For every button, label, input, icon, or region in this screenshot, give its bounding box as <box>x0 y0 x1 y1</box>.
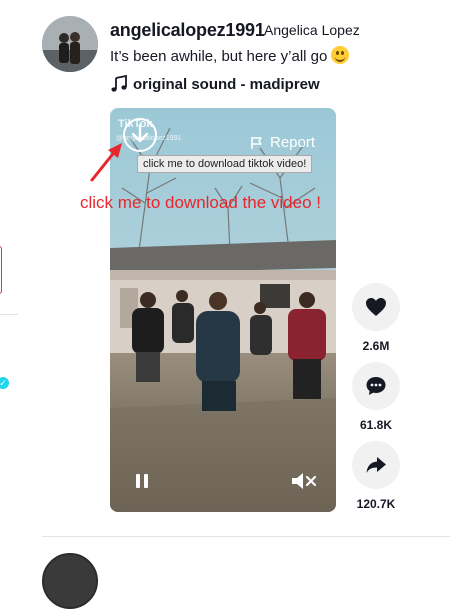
caption-text: It’s been awhile, but here y’all go <box>110 48 328 65</box>
post-username[interactable]: angelicalopez1991 <box>110 20 265 41</box>
verified-badge-icon: ✓ <box>0 377 9 389</box>
music-note-icon <box>111 75 127 92</box>
post-caption: It’s been awhile, but here y’all go <box>110 46 350 65</box>
comment-count: 61.8K <box>359 418 393 432</box>
share-icon <box>366 457 386 473</box>
report-label: Report <box>270 134 316 151</box>
mute-icon[interactable] <box>290 470 318 492</box>
share-count: 120.7K <box>356 497 396 511</box>
like-action: 2.6M <box>352 283 400 353</box>
pause-icon[interactable] <box>133 472 151 490</box>
comment-icon <box>366 377 386 395</box>
report-button[interactable]: Report <box>250 134 315 151</box>
heart-icon <box>366 298 386 316</box>
sound-link[interactable]: original sound - madiprew <box>110 74 320 94</box>
smiling-face-emoji-icon <box>331 46 350 64</box>
sound-title: original sound - madiprew <box>133 75 320 93</box>
sidebar-follow-button-edge[interactable] <box>0 246 2 294</box>
comment-button[interactable] <box>352 362 400 410</box>
video-player[interactable]: TikTok @angelicalopez1991 Report click m… <box>110 108 336 512</box>
download-annotation-text: click me to download the video ! <box>80 193 321 212</box>
red-arrow-annotation <box>90 143 122 182</box>
flag-icon <box>251 136 262 149</box>
comment-action: 61.8K <box>352 362 400 432</box>
post-divider <box>42 536 450 537</box>
next-post-avatar[interactable] <box>42 553 98 609</box>
user-avatar[interactable] <box>42 16 98 72</box>
like-count: 2.6M <box>362 339 390 353</box>
post-nickname: Angelica Lopez <box>264 22 360 38</box>
like-button[interactable] <box>352 283 400 331</box>
share-button[interactable] <box>352 441 400 489</box>
share-action: 120.7K <box>352 441 400 511</box>
sidebar-divider <box>0 314 18 315</box>
download-tooltip: click me to download tiktok video! <box>137 155 313 173</box>
